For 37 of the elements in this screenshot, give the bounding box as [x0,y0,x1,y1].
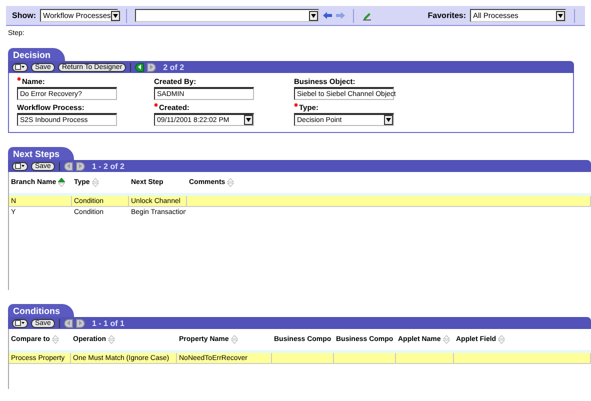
left-arrow-icon [66,320,71,326]
table-cell[interactable] [272,353,334,364]
search-dropdown[interactable] [135,9,319,22]
next-button[interactable] [76,162,85,170]
menu-button[interactable] [12,62,28,72]
previous-button[interactable] [64,318,73,328]
dropdown-arrow-icon[interactable] [110,10,120,20]
dropdown-arrow-icon[interactable] [556,10,565,20]
dropdown-arrow-icon[interactable] [384,115,393,125]
menu-button[interactable] [12,318,28,328]
table-cell[interactable] [334,353,396,364]
next-button[interactable] [76,318,85,328]
table-cell[interactable] [396,353,454,364]
sort-icon[interactable] [58,178,66,187]
required-icon [17,77,21,81]
next-button[interactable] [147,62,156,72]
previous-button[interactable] [64,162,73,170]
edit-icon[interactable] [362,10,372,20]
show-label: Show: [12,11,36,20]
back-arrow-icon[interactable] [323,11,332,20]
required-icon [154,103,158,107]
favorites-label: Favorites: [428,11,466,20]
left-arrow-icon [66,163,71,169]
left-arrow-icon [137,64,142,70]
right-arrow-icon [149,64,154,70]
right-arrow-icon [78,320,83,326]
dropdown-arrow-icon[interactable] [309,10,318,20]
table-cell[interactable] [454,353,591,364]
table-cell[interactable] [187,196,591,207]
right-arrow-icon [78,163,83,169]
record-counter: 1 - 2 of 2 [92,162,124,170]
record-counter: 1 - 1 of 1 [92,318,124,328]
previous-button[interactable] [135,62,144,72]
record-counter: 2 of 2 [163,62,184,72]
menu-button[interactable] [12,162,28,170]
required-icon [294,103,298,107]
dropdown-arrow-icon[interactable] [244,115,253,125]
